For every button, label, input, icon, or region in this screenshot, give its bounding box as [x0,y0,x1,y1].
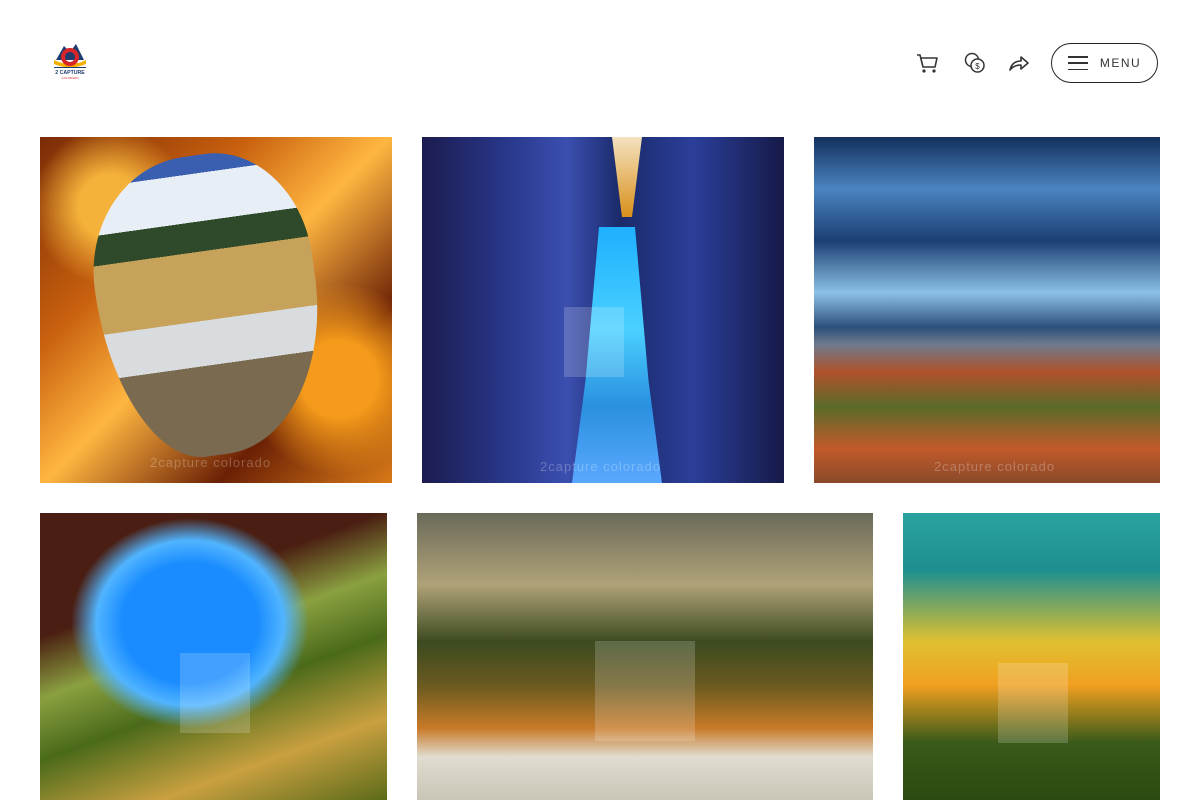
svg-text:$: $ [975,62,980,71]
share-icon[interactable] [1006,50,1032,76]
photo-content [78,141,338,469]
watermark-logo [564,307,624,377]
menu-button[interactable]: MENU [1051,43,1158,83]
photo-tile-stormy-sky[interactable]: 2capture colorado [814,137,1160,483]
watermark-text: 2capture colorado [934,459,1056,474]
photo-content [612,137,642,217]
watermark-logo [180,653,250,733]
photo-tile-sunset-sky[interactable] [903,513,1160,800]
photo-tile-rock-arch[interactable] [40,513,387,800]
menu-icon [1067,56,1088,70]
watermark-logo [595,641,695,741]
site-logo[interactable]: 2 CAPTURE COLORADO [50,40,90,82]
photo-tile-ice-canyon[interactable]: 2capture colorado [422,137,784,483]
cart-icon[interactable] [914,50,940,76]
watermark-text: 2capture colorado [540,459,662,474]
watermark-logo [998,663,1068,743]
logo-subtext: COLORADO [61,76,79,80]
currency-icon[interactable]: $ [962,50,988,76]
watermark-text: 2capture colorado [150,455,272,470]
photo-tile-forest[interactable] [417,513,873,800]
menu-label: MENU [1099,56,1142,70]
photo-tile-wood-hole[interactable]: 2capture colorado [40,137,392,483]
